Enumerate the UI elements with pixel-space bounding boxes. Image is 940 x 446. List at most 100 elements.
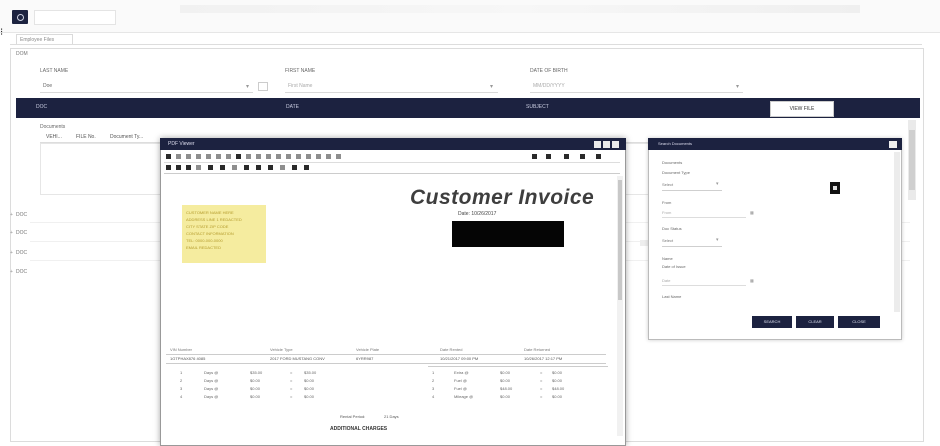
date-issue-input[interactable]: Date — [662, 276, 746, 286]
scan-icon[interactable] — [830, 182, 840, 194]
toolbar-icon[interactable] — [232, 165, 237, 170]
expand-icon[interactable]: + — [10, 212, 13, 218]
search-button-label: SEARCH — [763, 319, 781, 324]
toolbar-icon[interactable] — [256, 154, 261, 159]
global-search-input[interactable] — [34, 10, 116, 25]
last-name-field[interactable]: Doe — [40, 80, 253, 93]
search-panel-title: Search Documents — [658, 141, 693, 146]
plate-header: Vehicle Plate — [356, 347, 380, 352]
expand-icon[interactable]: + — [10, 230, 13, 236]
doc-col-2[interactable]: FILE No. — [76, 134, 96, 140]
toolbar-icon[interactable] — [236, 154, 241, 159]
chevron-down-icon[interactable]: ▾ — [490, 83, 493, 90]
toolbar-icon[interactable] — [166, 165, 171, 170]
menu-icon[interactable]: ⁝ — [0, 28, 6, 38]
charge-no: 1 — [180, 370, 183, 375]
toolbar-icon[interactable] — [256, 165, 261, 170]
doc-col-3[interactable]: Document Ty... — [110, 134, 143, 140]
toolbar-icon[interactable] — [206, 154, 211, 159]
toolbar-icon[interactable] — [580, 154, 585, 159]
chevron-down-icon[interactable]: ▾ — [246, 83, 249, 90]
toolbar-icon[interactable] — [176, 165, 181, 170]
toolbar-icon[interactable] — [186, 165, 191, 170]
toolbar-icon[interactable] — [268, 165, 273, 170]
toolbar-icon[interactable] — [246, 154, 251, 159]
charge-rate: $0.00 — [500, 370, 511, 375]
toolbar-icon[interactable] — [326, 154, 331, 159]
clear-button[interactable]: CLEAR — [796, 316, 834, 328]
date-field[interactable]: MM/DD/YYYY — [530, 80, 743, 93]
chevron-down-icon[interactable]: ▾ — [716, 237, 719, 243]
charge-rate: $0.00 — [500, 378, 511, 383]
top-bar-background — [180, 5, 860, 13]
toolbar-icon[interactable] — [196, 165, 201, 170]
date-rented-header: Date Rented — [440, 347, 463, 352]
toolbar-icon[interactable] — [296, 154, 301, 159]
status-select[interactable]: Select — [662, 236, 722, 247]
col-doc: DOC — [36, 104, 48, 110]
toolbar-icon[interactable] — [286, 154, 291, 159]
panel-title: DOM — [16, 51, 28, 57]
toolbar-icon[interactable] — [244, 165, 249, 170]
doc-col-1[interactable]: VEHI... — [46, 134, 62, 140]
from-input[interactable]: From — [662, 208, 746, 218]
maximize-icon[interactable] — [603, 141, 610, 148]
category-select[interactable]: Select — [662, 180, 722, 191]
table-rule — [428, 366, 608, 367]
viewer-toolbar-2 — [164, 163, 620, 174]
lookup-icon[interactable] — [258, 82, 268, 91]
minimize-icon[interactable] — [594, 141, 601, 148]
toolbar-icon[interactable] — [226, 154, 231, 159]
toolbar-icon[interactable] — [196, 154, 201, 159]
charge-total: $0.00 — [304, 394, 315, 399]
toolbar-icon[interactable] — [306, 154, 311, 159]
toolbar-icon[interactable] — [186, 154, 191, 159]
expand-icon[interactable]: + — [10, 250, 13, 256]
calendar-icon[interactable]: ▦ — [750, 210, 754, 215]
date-rented-value: 10/21/2017 09:00 PM — [440, 356, 479, 361]
chevron-down-icon[interactable]: ▾ — [716, 181, 719, 187]
window-controls — [594, 141, 622, 148]
from-label: From — [662, 200, 672, 205]
toolbar-icon[interactable] — [276, 154, 281, 159]
toolbar-icon[interactable] — [166, 154, 171, 159]
charge-eq: = — [290, 370, 293, 375]
viewer-scrollbar-thumb[interactable] — [618, 180, 622, 300]
calendar-icon[interactable]: ▦ — [750, 278, 754, 283]
charge-rate: $0.00 — [500, 394, 511, 399]
search-panel-scrollbar[interactable] — [894, 152, 900, 312]
toolbar-icon[interactable] — [316, 154, 321, 159]
chevron-down-icon[interactable]: ▾ — [736, 83, 739, 90]
toolbar-icon[interactable] — [208, 165, 213, 170]
expand-icon[interactable]: + — [10, 269, 13, 275]
toolbar-icon[interactable] — [532, 154, 537, 159]
panel-scrollbar-thumb[interactable] — [909, 130, 915, 190]
toolbar-icon[interactable] — [216, 154, 221, 159]
row-header[interactable]: DOC — [16, 212, 27, 218]
charge-desc: Days @ — [204, 378, 219, 383]
toolbar-icon[interactable] — [280, 165, 285, 170]
row-header[interactable]: DOC — [16, 250, 27, 256]
toolbar-icon[interactable] — [596, 154, 601, 159]
search-icon[interactable] — [12, 10, 28, 24]
toolbar-icon[interactable] — [336, 154, 341, 159]
category-label: Document Type — [662, 170, 690, 175]
toolbar-icon[interactable] — [220, 165, 225, 170]
toolbar-icon[interactable] — [176, 154, 181, 159]
close-icon[interactable] — [889, 141, 897, 148]
row-header[interactable]: DOC — [16, 230, 27, 236]
toolbar-icon[interactable] — [266, 154, 271, 159]
toolbar-icon[interactable] — [546, 154, 551, 159]
close-button[interactable]: CLOSE — [838, 316, 880, 328]
charge-eq: = — [540, 394, 543, 399]
view-file-button[interactable]: VIEW FILE — [770, 101, 834, 117]
toolbar-icon[interactable] — [564, 154, 569, 159]
row-header[interactable]: DOC — [16, 269, 27, 275]
close-icon[interactable] — [612, 141, 619, 148]
charge-rate: $0.00 — [250, 386, 261, 391]
toolbar-icon[interactable] — [304, 165, 309, 170]
first-name-field[interactable]: First Name — [285, 80, 498, 93]
toolbar-icon[interactable] — [292, 165, 297, 170]
search-button[interactable]: SEARCH — [752, 316, 792, 328]
invoice-title: Customer Invoice — [410, 186, 595, 209]
